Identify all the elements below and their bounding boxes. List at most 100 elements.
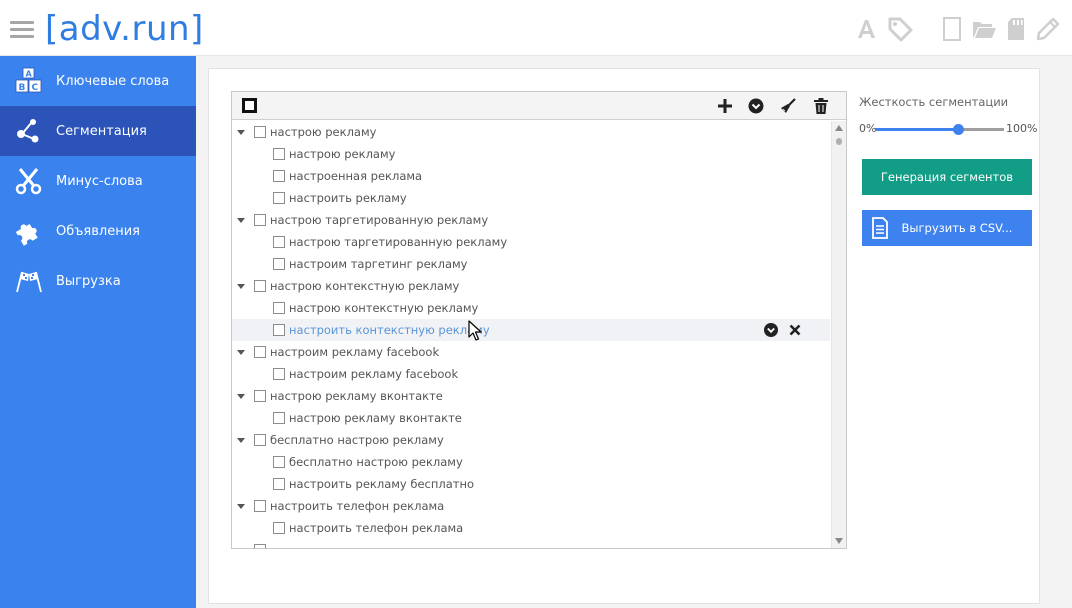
expand-arrow-icon[interactable] — [237, 130, 245, 135]
slider-fill — [875, 128, 958, 131]
row-checkbox[interactable] — [254, 500, 266, 512]
tree-group-row[interactable]: бесплатно настрою рекламу — [232, 429, 830, 451]
row-label: бесплатно настрою рекламу — [270, 433, 444, 447]
row-checkbox[interactable] — [273, 412, 285, 424]
row-label: настроенная реклама — [289, 169, 423, 183]
sidebar-item-negative-keywords[interactable]: Минус-слова — [0, 156, 196, 206]
row-checkbox[interactable] — [273, 368, 285, 380]
row-checkbox[interactable] — [273, 148, 285, 160]
expand-arrow-icon[interactable] — [237, 504, 245, 509]
tree-item-row[interactable]: бесплатно настрою рекламу — [232, 451, 830, 473]
scissors-icon — [0, 166, 56, 196]
tree-group-row[interactable]: настрою таргетированную рекламу — [232, 209, 830, 231]
row-label: настрою таргетированную рекламу — [270, 213, 489, 227]
sidebar-item-label: Минус-слова — [56, 173, 143, 189]
row-checkbox[interactable] — [254, 434, 266, 446]
tag-icon[interactable] — [886, 15, 914, 43]
sidebar-item-segmentation[interactable]: Сегментация — [0, 106, 196, 156]
tree-scrollbar[interactable] — [831, 121, 846, 548]
row-checkbox[interactable] — [273, 478, 285, 490]
segmentation-slider: 0% 100% — [859, 121, 1039, 137]
scroll-up-icon[interactable] — [835, 125, 843, 131]
sidebar-item-ads[interactable]: Объявления — [0, 206, 196, 256]
row-checkbox[interactable] — [254, 126, 266, 138]
expand-arrow-icon[interactable] — [237, 284, 245, 289]
row-checkbox[interactable] — [273, 324, 285, 336]
folder-open-icon[interactable] — [970, 15, 998, 43]
tree-item-row[interactable]: настроить телефон реклама — [232, 517, 830, 539]
tree-group-row[interactable]: настрою контекстную рекламу — [232, 275, 830, 297]
scroll-down-icon[interactable] — [835, 538, 843, 544]
sidebar-item-export[interactable]: Выгрузка — [0, 256, 196, 306]
row-checkbox[interactable] — [273, 456, 285, 468]
tree-toolbar — [232, 92, 846, 120]
tree-item-row[interactable]: настрою таргетированную рекламу — [232, 231, 830, 253]
tree-group-row[interactable]: настроим рекламу facebook — [232, 341, 830, 363]
slider-min-label: 0% — [859, 122, 877, 135]
row-label: настрою рекламу — [289, 147, 396, 161]
font-icon[interactable] — [854, 15, 882, 43]
row-label: бесплатно настрою рекламу — [289, 455, 463, 469]
export-csv-button[interactable]: Выгрузить в CSV... — [862, 210, 1032, 246]
tree-item-row[interactable]: настроим таргетинг рекламу — [232, 253, 830, 275]
row-checkbox[interactable] — [273, 258, 285, 270]
row-checkbox[interactable] — [254, 390, 266, 402]
svg-text:B: B — [19, 83, 26, 93]
sd-card-icon[interactable] — [1002, 15, 1030, 43]
tree-item-row[interactable]: настроить рекламу бесплатно — [232, 473, 830, 495]
tree-item-row[interactable]: настроить рекламу — [232, 187, 830, 209]
row-label: настрою контекстную рекламу — [270, 279, 460, 293]
flags-icon — [0, 266, 56, 296]
logo[interactable]: [adv.run] — [45, 9, 204, 49]
row-move-down-icon[interactable] — [763, 322, 779, 338]
tree-item-row[interactable]: настрою контекстную рекламу — [232, 297, 830, 319]
sidebar-item-label: Объявления — [56, 223, 140, 239]
row-label: настроить рекламу — [289, 191, 407, 205]
pencil-icon[interactable] — [1034, 15, 1062, 43]
segment-tree: настрою рекламу настрою рекламу настроенна… — [231, 91, 847, 549]
row-checkbox[interactable] — [254, 544, 266, 548]
tree-item-row[interactable]: настроенная реклама — [232, 165, 830, 187]
trash-icon[interactable] — [810, 95, 832, 117]
row-checkbox[interactable] — [273, 170, 285, 182]
sidebar-item-label: Выгрузка — [56, 273, 121, 289]
chevron-circle-down-icon[interactable] — [745, 95, 767, 117]
menu-icon[interactable] — [10, 21, 34, 39]
expand-arrow-icon[interactable] — [237, 438, 245, 443]
row-checkbox[interactable] — [254, 346, 266, 358]
generate-segments-button[interactable]: Генерация сегментов — [862, 159, 1032, 195]
share-nodes-icon — [0, 116, 56, 146]
tree-item-row[interactable]: настроить контекстную рекламу — [232, 319, 830, 341]
tree-group-row[interactable] — [232, 539, 830, 548]
tree-group-row[interactable]: настрою рекламу вконтакте — [232, 385, 830, 407]
expand-arrow-icon[interactable] — [237, 394, 245, 399]
expand-arrow-icon[interactable] — [237, 218, 245, 223]
plus-icon[interactable] — [714, 95, 736, 117]
export-csv-label: Выгрузить в CSV... — [901, 221, 1013, 235]
slider-track[interactable] — [875, 124, 1004, 135]
row-checkbox[interactable] — [273, 522, 285, 534]
row-label: настрою таргетированную рекламу — [289, 235, 508, 249]
sidebar-item-keywords[interactable]: ABC Ключевые слова — [0, 56, 196, 106]
row-checkbox[interactable] — [273, 302, 285, 314]
row-remove-icon[interactable] — [787, 322, 803, 338]
top-header: [adv.run] — [0, 0, 1072, 56]
scrollbar-thumb[interactable] — [836, 138, 842, 145]
tree-item-row[interactable]: настрою рекламу вконтакте — [232, 407, 830, 429]
tree-item-row[interactable]: настрою рекламу — [232, 143, 830, 165]
row-checkbox[interactable] — [273, 192, 285, 204]
row-label: настроить рекламу бесплатно — [289, 477, 475, 491]
slider-handle[interactable] — [952, 124, 964, 135]
broom-icon[interactable] — [777, 95, 799, 117]
tree-item-row[interactable]: настроим рекламу facebook — [232, 363, 830, 385]
tree-group-row[interactable]: настроить телефон реклама — [232, 495, 830, 517]
row-checkbox[interactable] — [254, 214, 266, 226]
new-file-icon[interactable] — [938, 15, 966, 43]
row-checkbox[interactable] — [254, 280, 266, 292]
row-label: настрою контекстную рекламу — [289, 301, 479, 315]
tree-group-row[interactable]: настрою рекламу — [232, 121, 830, 143]
row-checkbox[interactable] — [273, 236, 285, 248]
expand-arrow-icon[interactable] — [237, 350, 245, 355]
select-all-checkbox[interactable] — [242, 98, 257, 113]
row-label: настрою рекламу вконтакте — [270, 389, 443, 403]
